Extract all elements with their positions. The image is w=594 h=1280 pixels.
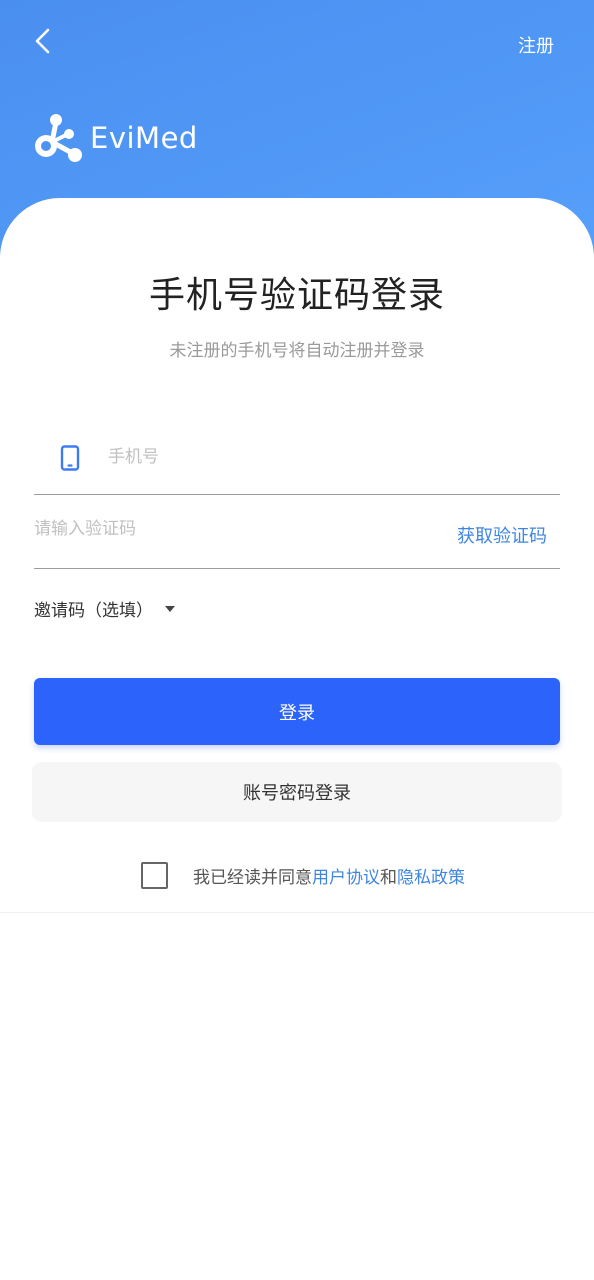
password-login-button[interactable]: 账号密码登录 — [32, 762, 562, 822]
molecule-logo-icon — [35, 114, 82, 162]
login-button[interactable]: 登录 — [34, 678, 560, 745]
back-button[interactable] — [26, 24, 58, 58]
phone-input[interactable] — [108, 442, 528, 472]
verification-code-field: 获取验证码 — [34, 496, 560, 569]
mobile-phone-icon — [60, 445, 80, 471]
logo-text: EviMed — [90, 121, 198, 155]
invite-code-label: 邀请码（选填） — [34, 601, 153, 621]
agreement-checkbox-icon[interactable] — [141, 861, 168, 889]
get-code-button[interactable]: 获取验证码 — [457, 522, 547, 548]
agreement-row: 我已经读并同意 用户协议和隐私政策 — [141, 860, 465, 890]
verification-code-input[interactable] — [34, 514, 414, 544]
phone-field — [34, 420, 560, 495]
page-title: 手机号验证码登录 — [148, 275, 445, 316]
agreement-conjunction: 和 — [380, 867, 397, 888]
app-logo: EviMed — [34, 110, 198, 166]
user-agreement-link[interactable]: 用户协议 — [312, 863, 380, 888]
invite-code-toggle[interactable]: 邀请码（选填） — [34, 596, 175, 621]
caret-down-icon — [165, 605, 175, 612]
page-subtitle: 未注册的手机号将自动注册并登录 — [169, 341, 425, 361]
privacy-policy-link[interactable]: 隐私政策 — [397, 863, 465, 888]
register-link[interactable]: 注册 — [518, 32, 554, 58]
agreement-prefix: 我已经读并同意 — [193, 867, 312, 888]
chevron-left-icon — [35, 28, 50, 54]
card-bottom-divider — [0, 912, 594, 913]
